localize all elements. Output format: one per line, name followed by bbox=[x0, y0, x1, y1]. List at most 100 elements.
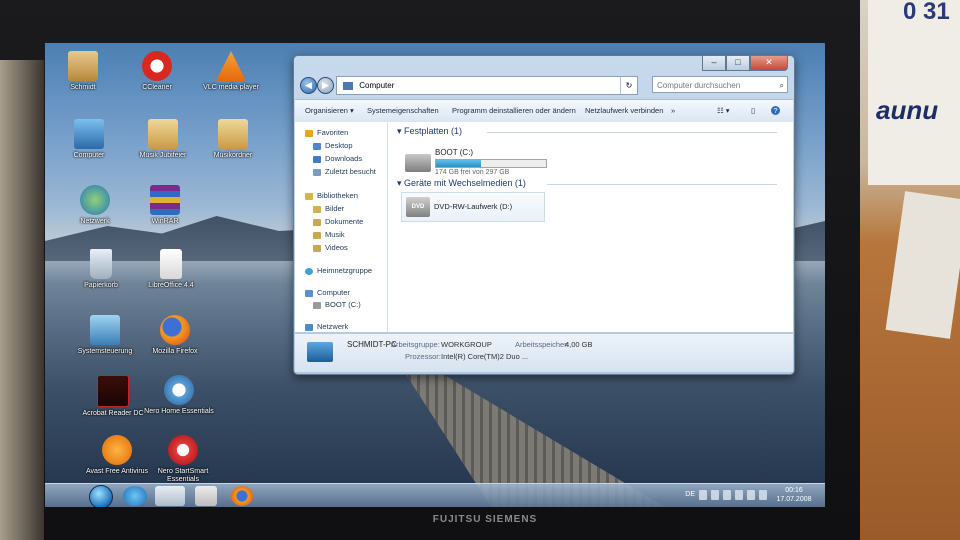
desktop-icon-acrobat[interactable]: Acrobat Reader DC bbox=[75, 375, 151, 418]
tray-battery-icon[interactable] bbox=[759, 490, 767, 500]
sign-text-top: 0 31 bbox=[903, 0, 950, 25]
internet-explorer-icon[interactable] bbox=[123, 486, 147, 506]
desktop-icon-systemsteuerung[interactable]: Systemsteuerung bbox=[67, 315, 143, 356]
desktop-icon-netzwerk[interactable]: Netzwerk bbox=[57, 185, 133, 226]
hard-drive-icon bbox=[405, 154, 431, 172]
background-wall-left bbox=[0, 60, 44, 540]
system-properties-button[interactable]: Systemeigenschaften bbox=[367, 106, 439, 115]
map-network-drive-button[interactable]: Netzlaufwerk verbinden bbox=[585, 106, 663, 115]
desktop-icon-nero-startsmart[interactable]: Nero StartSmart Essentials bbox=[145, 435, 221, 485]
help-icon[interactable]: ? bbox=[771, 106, 780, 115]
firefox-taskbar-icon[interactable] bbox=[231, 486, 253, 506]
pictures-icon bbox=[313, 205, 321, 213]
firefox-icon bbox=[160, 315, 190, 345]
desktop-icon bbox=[313, 142, 321, 150]
network-icon bbox=[80, 185, 110, 215]
tray-avast-icon[interactable] bbox=[711, 490, 719, 500]
nav-recent[interactable]: Zuletzt besucht bbox=[313, 167, 376, 176]
start-button[interactable] bbox=[89, 485, 113, 507]
desktop-icon-computer[interactable]: Computer bbox=[51, 119, 127, 160]
organize-button[interactable]: Organisieren ▾ bbox=[305, 106, 354, 115]
preview-pane-icon[interactable]: ▯ bbox=[751, 106, 755, 115]
drive-c-usage-fill bbox=[436, 160, 482, 167]
media-player-icon[interactable] bbox=[195, 486, 217, 506]
folder-icon bbox=[148, 119, 178, 149]
close-button[interactable]: ✕ bbox=[750, 56, 788, 71]
language-indicator[interactable]: DE bbox=[685, 491, 695, 498]
desktop-icon-ccleaner[interactable]: CCleaner bbox=[119, 51, 195, 92]
group-header-removable[interactable]: ▾ Geräte mit Wechselmedien (1) bbox=[397, 178, 777, 189]
desktop-icon-avast[interactable]: Avast Free Antivirus bbox=[79, 435, 155, 476]
drive-icon bbox=[313, 301, 321, 309]
forward-button[interactable]: ▶ bbox=[317, 77, 334, 94]
nav-boot-c[interactable]: BOOT (C:) bbox=[313, 300, 361, 309]
desktop-icon-musikordner[interactable]: Musikordner bbox=[195, 119, 271, 160]
computer-small-icon bbox=[343, 81, 353, 90]
drive-c-usage-bar bbox=[435, 159, 547, 168]
back-button[interactable]: ◀ bbox=[300, 77, 317, 94]
background-sign: 0 31 aunu bbox=[868, 0, 960, 185]
explorer-taskbar-icon[interactable] bbox=[155, 486, 185, 506]
dvd-drive-tile[interactable]: DVD DVD-RW-Laufwerk (D:) bbox=[401, 192, 545, 222]
desktop-icon-libreoffice[interactable]: LibreOffice 4.4 bbox=[133, 249, 209, 290]
search-placeholder: Computer durchsuchen bbox=[657, 81, 741, 90]
minimize-button[interactable]: – bbox=[702, 56, 726, 71]
folder-icon bbox=[218, 119, 248, 149]
network-small-icon bbox=[305, 323, 313, 331]
sign-text-main: aunu bbox=[876, 95, 939, 125]
acrobat-icon bbox=[97, 375, 129, 407]
tray-network-icon[interactable] bbox=[735, 490, 743, 500]
desktop-icon-nero-home[interactable]: Nero Home Essentials bbox=[141, 375, 217, 416]
desktop-icon-vlc[interactable]: VLC media player bbox=[193, 51, 269, 92]
window-controls: – □ ✕ bbox=[702, 56, 788, 71]
nav-pictures[interactable]: Bilder bbox=[313, 204, 344, 213]
nav-computer[interactable]: Computer bbox=[305, 288, 350, 297]
more-commands-button[interactable]: » bbox=[671, 106, 675, 115]
ccleaner-icon bbox=[142, 51, 172, 81]
explorer-window[interactable]: – □ ✕ ◀ ▶ Computer ↻ Computer durchsuche… bbox=[293, 55, 795, 375]
group-header-hard-disks[interactable]: ▾ Festplatten (1) bbox=[397, 126, 777, 137]
memory-label: Arbeitsspeicher: bbox=[515, 340, 569, 349]
videos-icon bbox=[313, 244, 321, 252]
clock[interactable]: 00:16 17.07.2008 bbox=[771, 486, 817, 505]
nav-network[interactable]: Netzwerk bbox=[305, 322, 348, 331]
nav-desktop[interactable]: Desktop bbox=[313, 141, 353, 150]
monitor-brand-label: FUJITSU SIEMENS bbox=[432, 514, 538, 525]
tray-flag-icon[interactable] bbox=[723, 490, 731, 500]
nav-homegroup[interactable]: Heimnetzgruppe bbox=[305, 266, 372, 275]
desktop-icon-schmidt[interactable]: Schmidt bbox=[45, 51, 121, 92]
desktop-icon-winrar[interactable]: WinRAR bbox=[127, 185, 203, 226]
nav-downloads[interactable]: Downloads bbox=[313, 154, 362, 163]
star-icon bbox=[305, 129, 313, 137]
refresh-icon[interactable]: ↻ bbox=[620, 77, 637, 94]
desktop-icon-papierkorb[interactable]: Papierkorb bbox=[63, 249, 139, 290]
recent-places-icon bbox=[313, 168, 321, 176]
navigation-row: ◀ ▶ Computer ↻ Computer durchsuchen ⌕ bbox=[300, 76, 788, 96]
pc-icon bbox=[307, 342, 333, 362]
libreoffice-icon bbox=[160, 249, 182, 279]
view-options-icon[interactable]: ☷ ▾ bbox=[717, 106, 730, 115]
tray-help-icon[interactable] bbox=[699, 490, 707, 500]
search-input[interactable]: Computer durchsuchen ⌕ bbox=[652, 76, 788, 93]
nav-favorites[interactable]: Favoriten bbox=[305, 128, 348, 137]
dvd-drive-icon: DVD bbox=[406, 197, 430, 217]
dvd-drive-name: DVD-RW-Laufwerk (D:) bbox=[434, 202, 513, 211]
nav-videos[interactable]: Videos bbox=[313, 243, 348, 252]
nav-libraries[interactable]: Bibliotheken bbox=[305, 191, 358, 200]
uninstall-program-button[interactable]: Programm deinstallieren oder ändern bbox=[452, 106, 576, 115]
nav-music[interactable]: Musik bbox=[313, 230, 345, 239]
winrar-icon bbox=[150, 185, 180, 215]
nero-home-icon bbox=[164, 375, 194, 405]
address-bar[interactable]: Computer ↻ bbox=[336, 76, 638, 95]
processor-value: Intel(R) Core(TM)2 Duo ... bbox=[441, 352, 529, 361]
maximize-button[interactable]: □ bbox=[726, 56, 750, 71]
tray-volume-icon[interactable] bbox=[747, 490, 755, 500]
nav-documents[interactable]: Dokumente bbox=[313, 217, 363, 226]
clock-time: 00:16 bbox=[785, 487, 803, 494]
avast-icon bbox=[102, 435, 132, 465]
main-pane: ▾ Festplatten (1) BOOT (C:) 174 GB frei … bbox=[391, 122, 791, 332]
tray-icons bbox=[699, 490, 767, 500]
homegroup-icon bbox=[305, 267, 313, 275]
desktop-icon-firefox[interactable]: Mozilla Firefox bbox=[137, 315, 213, 356]
desktop-icon-musik-jubifeier[interactable]: Musik Jubifeier bbox=[125, 119, 201, 160]
